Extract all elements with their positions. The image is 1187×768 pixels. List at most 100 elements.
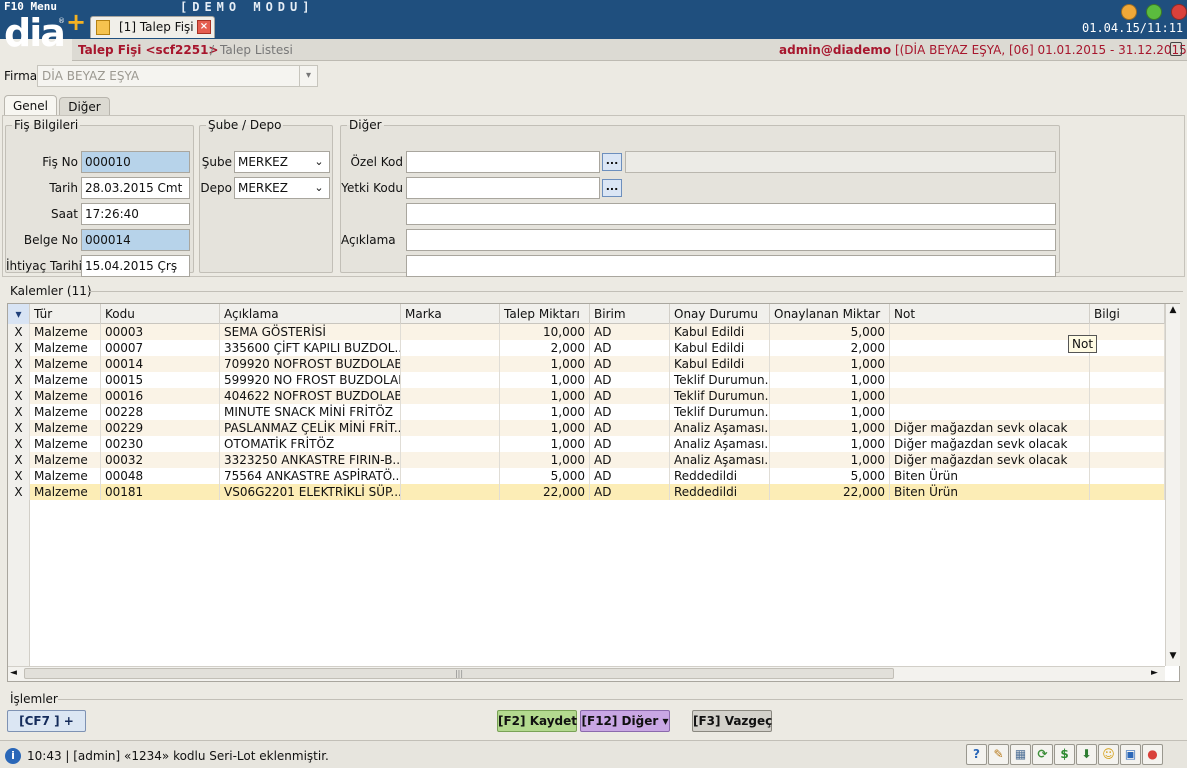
cell-talep-miktari: 1,000	[500, 436, 590, 452]
chevron-down-icon[interactable]: ▾	[299, 66, 317, 86]
column-header-aciklama[interactable]: Açıklama	[220, 304, 401, 324]
ozel-kod-lookup-button[interactable]: ...	[602, 153, 622, 171]
belge-no-field[interactable]: 000014	[81, 229, 190, 251]
vertical-scrollbar[interactable]: ▲ ▼	[1165, 304, 1180, 666]
column-header-birim[interactable]: Birim	[590, 304, 670, 324]
close-icon[interactable]: ×	[197, 20, 211, 34]
save-button[interactable]: [F2] Kaydet	[497, 710, 577, 732]
cell-onaylanan-miktar: 1,000	[770, 404, 890, 420]
table-row[interactable]: X Malzeme 00016 404622 NOFROST BUZDOLABI 1,0…	[8, 388, 1165, 404]
delete-row-icon[interactable]: X	[8, 324, 30, 340]
aciklama-field-2[interactable]	[406, 229, 1056, 251]
scroll-thumb[interactable]: |||	[24, 668, 894, 679]
delete-row-icon[interactable]: X	[8, 468, 30, 484]
scroll-down-icon[interactable]: ▼	[1167, 651, 1179, 663]
table-row[interactable]: X Malzeme 00015 599920 NO FROST BUZDOLABI 1,…	[8, 372, 1165, 388]
help-icon[interactable]: ?	[966, 744, 987, 765]
delete-row-icon[interactable]: X	[8, 452, 30, 468]
delete-row-icon[interactable]: X	[8, 372, 30, 388]
tarih-field[interactable]: 28.03.2015 Cmt	[81, 177, 190, 199]
cell-bilgi	[1090, 372, 1165, 388]
wrench-icon[interactable]: ✎	[988, 744, 1009, 765]
delete-row-icon[interactable]: X	[8, 388, 30, 404]
logo-registered-mark: ®	[58, 17, 65, 25]
chevron-down-icon[interactable]: ⌄	[311, 154, 327, 170]
cell-aciklama: 709920 NOFROST BUZDOLABI	[220, 356, 401, 372]
column-header-marka[interactable]: Marka	[401, 304, 500, 324]
maximize-icon[interactable]	[1145, 4, 1162, 20]
kalemler-grid[interactable]: ▾ Tür Kodu Açıklama Marka Talep Miktarı Birim O…	[7, 303, 1180, 682]
lock-icon[interactable]: ▣	[1120, 744, 1141, 765]
calculator-icon[interactable]: ▦	[1010, 744, 1031, 765]
column-header-onay-durumu[interactable]: Onay Durumu	[670, 304, 770, 324]
dollar-icon[interactable]: $	[1054, 744, 1075, 765]
info-icon: i	[5, 748, 21, 764]
saat-field[interactable]: 17:26:40	[81, 203, 190, 225]
column-header-talep-miktari[interactable]: Talep Miktarı	[500, 304, 590, 324]
refresh-icon[interactable]: ⟳	[1032, 744, 1053, 765]
cell-bilgi	[1090, 420, 1165, 436]
ozel-kod-field[interactable]	[406, 151, 600, 173]
table-row[interactable]: X Malzeme 00048 75564 ANKASTRE ASPİRATÖ... 5…	[8, 468, 1165, 484]
minimize-icon[interactable]	[1121, 4, 1137, 20]
cancel-button[interactable]: [F3] Vazgeç	[692, 710, 772, 732]
table-row[interactable]: X Malzeme 00003 SEMA GÖSTERİSİ 10,000 AD Kabul…	[8, 324, 1165, 340]
delete-row-icon[interactable]: X	[8, 356, 30, 372]
cell-birim: AD	[590, 388, 670, 404]
column-chooser-icon[interactable]: ▾	[8, 304, 30, 324]
user-context: admin@diademo [(DİA BEYAZ EŞYA, [06] 01.…	[779, 43, 1187, 57]
add-row-button[interactable]: [CF7 ] +	[7, 710, 86, 732]
sube-select[interactable]: MERKEZ ⌄	[234, 151, 330, 173]
yetki-kodu-field[interactable]	[406, 177, 600, 199]
pin-icon[interactable]	[1170, 42, 1182, 56]
table-row[interactable]: X Malzeme 00181 VS06G2201 ELEKTRİKLİ SÜP...…	[8, 484, 1165, 500]
column-header-tur[interactable]: Tür	[30, 304, 101, 324]
smiley-icon[interactable]: ☺	[1098, 744, 1119, 765]
table-row[interactable]: X Malzeme 00228 MINUTE SNACK MİNİ FRİTÖZ 1,0…	[8, 404, 1165, 420]
scroll-left-icon[interactable]: ◄	[10, 668, 22, 678]
yetki-kodu-lookup-button[interactable]: ...	[602, 179, 622, 197]
scroll-right-icon[interactable]: ►	[1151, 668, 1163, 678]
table-row[interactable]: X Malzeme 00014 709920 NOFROST BUZDOLABI 1,0…	[8, 356, 1165, 372]
depo-select[interactable]: MERKEZ ⌄	[234, 177, 330, 199]
firma-select[interactable]: DİA BEYAZ EŞYA ▾	[37, 65, 318, 87]
horizontal-scrollbar[interactable]: ◄ ||| ►	[8, 666, 1165, 681]
delete-row-icon[interactable]: X	[8, 420, 30, 436]
record-icon[interactable]: ●	[1142, 744, 1163, 765]
cell-bilgi	[1090, 356, 1165, 372]
other-actions-button[interactable]: [F12] Diğer ▾	[580, 710, 670, 732]
sube-depo-legend: Şube / Depo	[208, 118, 282, 132]
cell-marka	[401, 452, 500, 468]
breadcrumb-talep-listesi[interactable]: Talep Listesi	[220, 43, 293, 57]
column-header-bilgi[interactable]: Bilgi	[1090, 304, 1165, 324]
table-row[interactable]: X Malzeme 00032 3323250 ANKASTRE FIRIN-B...…	[8, 452, 1165, 468]
column-header-onaylanan-miktar[interactable]: Onaylanan Miktar	[770, 304, 890, 324]
cell-onaylanan-miktar: 1,000	[770, 356, 890, 372]
close-window-icon[interactable]	[1170, 4, 1187, 20]
download-icon[interactable]: ⬇	[1076, 744, 1097, 765]
tab-diger[interactable]: Diğer	[59, 97, 110, 116]
delete-row-icon[interactable]: X	[8, 484, 30, 500]
breadcrumb-separator: /	[210, 43, 215, 57]
delete-row-icon[interactable]: X	[8, 340, 30, 356]
ihtiyac-tarihi-field[interactable]: 15.04.2015 Çrş	[81, 255, 190, 277]
table-row[interactable]: X Malzeme 00007 335600 ÇİFT KAPILI BUZDOL..…	[8, 340, 1165, 356]
depo-label: Depo	[200, 181, 232, 195]
plus-icon[interactable]: +	[66, 10, 86, 34]
fis-no-field[interactable]: 000010	[81, 151, 190, 173]
scroll-up-icon[interactable]: ▲	[1167, 305, 1179, 317]
table-row[interactable]: X Malzeme 00230 OTOMATİK FRİTÖZ 1,000 AD Anali…	[8, 436, 1165, 452]
delete-row-icon[interactable]: X	[8, 436, 30, 452]
cell-not	[890, 372, 1090, 388]
column-header-not[interactable]: Not	[890, 304, 1090, 324]
aciklama-field-1[interactable]	[406, 203, 1056, 225]
column-header-kodu[interactable]: Kodu	[101, 304, 220, 324]
firma-label: Firma	[4, 69, 38, 83]
cell-tur: Malzeme	[30, 340, 101, 356]
tab-talep-fisi[interactable]: [1] Talep Fişi ×	[90, 16, 215, 38]
table-row[interactable]: X Malzeme 00229 PASLANMAZ ÇELİK MİNİ FRİT..…	[8, 420, 1165, 436]
tab-genel[interactable]: Genel	[4, 95, 57, 116]
chevron-down-icon[interactable]: ⌄	[311, 180, 327, 196]
aciklama-field-3[interactable]	[406, 255, 1056, 277]
delete-row-icon[interactable]: X	[8, 404, 30, 420]
